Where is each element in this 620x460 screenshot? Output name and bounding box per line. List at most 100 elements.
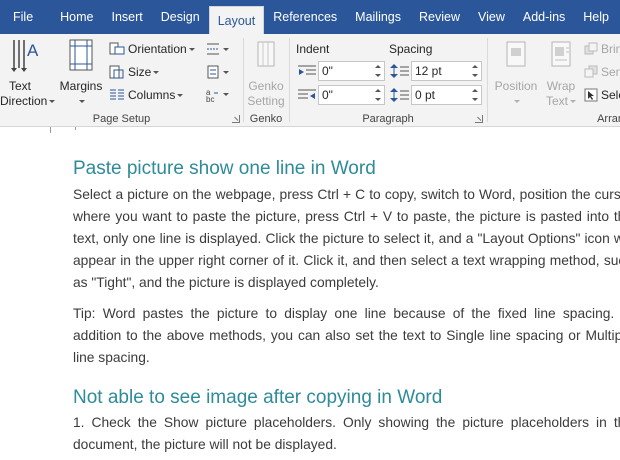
ribbon-tab-bar: File Home Insert Design Layout Reference… xyxy=(0,0,620,34)
tab-home[interactable]: Home xyxy=(51,0,102,34)
margins-button[interactable]: Margins xyxy=(58,36,104,109)
hyphenation-icon: a bc xyxy=(206,88,229,103)
bring-forward-button[interactable]: Brin xyxy=(584,40,620,58)
wrap-text-button[interactable]: Wrap Text xyxy=(542,36,580,109)
spinner-arrows-icon[interactable] xyxy=(472,88,479,102)
genko-group: Genko Setting Genko xyxy=(244,34,288,126)
heading-paste-picture: Paste picture show one line in Word xyxy=(73,158,376,179)
chevron-down-icon xyxy=(49,100,56,104)
orientation-button[interactable]: Orientation xyxy=(109,40,195,58)
paragraph-1: Select a picture on the webpage, press C… xyxy=(73,187,620,290)
svg-text:A: A xyxy=(27,41,38,60)
paragraph-dialog-launcher-icon[interactable] xyxy=(475,115,483,123)
tab-insert[interactable]: Insert xyxy=(103,0,152,34)
spinner-arrows-icon[interactable] xyxy=(375,88,382,102)
document-page[interactable]: Paste picture show one line in Word Sele… xyxy=(73,150,620,460)
size-button[interactable]: Size xyxy=(109,63,160,81)
text-direction-label-line2: Direction xyxy=(0,94,48,108)
heading-not-able-to-see: Not able to see image after copying in W… xyxy=(73,387,443,408)
tab-layout[interactable]: Layout xyxy=(208,6,265,34)
chevron-down-icon xyxy=(514,100,520,104)
horizontal-ruler xyxy=(0,127,620,137)
bring-forward-label: Brin xyxy=(601,42,620,56)
chevron-down-icon xyxy=(153,70,160,74)
chevron-down-icon xyxy=(79,100,85,104)
position-icon xyxy=(506,41,526,67)
arrange-group-label: Arran xyxy=(597,113,620,125)
genko-setting-label-line2: Setting xyxy=(247,94,285,108)
wrap-text-icon xyxy=(551,41,571,67)
line-numbers-button[interactable] xyxy=(205,63,232,81)
line-numbers-icon xyxy=(207,65,229,79)
indent-left-input[interactable]: 0" xyxy=(318,61,385,81)
selection-pane-button[interactable]: Sele xyxy=(584,86,620,104)
spacing-after-input[interactable]: 0 pt xyxy=(411,85,482,105)
indent-right-value: 0" xyxy=(322,88,333,102)
ruler-tick xyxy=(50,127,51,133)
tab-references[interactable]: References xyxy=(264,0,346,34)
indent-right-icon xyxy=(298,89,316,99)
size-label: Size xyxy=(128,65,152,79)
breaks-button[interactable] xyxy=(205,40,232,58)
page-setup-group: A Text Direction Margins Orientation Siz… xyxy=(0,34,243,126)
indent-left-icon xyxy=(298,65,316,75)
breaks-icon xyxy=(207,43,229,55)
columns-label: Columns xyxy=(128,88,176,102)
orientation-icon xyxy=(109,42,125,55)
selection-pane-label: Sele xyxy=(601,88,620,102)
position-button[interactable]: Position xyxy=(490,36,542,109)
chevron-down-icon xyxy=(177,93,184,97)
tab-view[interactable]: View xyxy=(469,0,514,34)
selection-pane-icon xyxy=(584,88,598,102)
bring-forward-icon xyxy=(584,42,598,55)
send-backward-icon xyxy=(584,65,598,78)
margins-icon xyxy=(69,39,93,71)
genko-group-label: Genko xyxy=(249,113,283,125)
arrange-group: Position Wrap Text Brin Sen xyxy=(488,34,620,126)
spacing-after-icon xyxy=(390,88,409,102)
tab-mailings[interactable]: Mailings xyxy=(346,0,410,34)
indent-left-value: 0" xyxy=(322,64,333,78)
columns-icon xyxy=(110,89,124,100)
ruler-tick xyxy=(75,127,76,130)
tab-file[interactable]: File xyxy=(0,0,51,34)
size-icon xyxy=(109,65,124,79)
paragraph-group-label: Paragraph xyxy=(362,113,414,125)
send-backward-label: Sen xyxy=(601,65,620,79)
wrap-text-label-line2: Text xyxy=(545,94,568,108)
spacing-before-value: 12 pt xyxy=(415,64,442,78)
indent-right-input[interactable]: 0" xyxy=(318,85,385,105)
columns-button[interactable]: Columns xyxy=(109,86,184,104)
spacing-before-icon xyxy=(390,64,409,78)
chevron-down-icon xyxy=(570,100,576,104)
tab-add-ins[interactable]: Add-ins xyxy=(514,0,574,34)
text-direction-icon: A xyxy=(11,40,39,72)
ribbon: A Text Direction Margins Orientation Siz… xyxy=(0,34,620,127)
tab-review[interactable]: Review xyxy=(410,0,469,34)
text-direction-button[interactable]: A Text Direction xyxy=(0,36,56,109)
send-backward-button[interactable]: Sen xyxy=(584,63,620,81)
spacing-label: Spacing xyxy=(389,42,433,56)
tab-design[interactable]: Design xyxy=(152,0,209,34)
orientation-label: Orientation xyxy=(128,42,187,56)
genko-setting-icon xyxy=(257,41,275,67)
genko-setting-button[interactable]: Genko Setting xyxy=(244,36,288,109)
paragraph-group: Indent Spacing 0" 0" 12 pt 0 pt Paragrap… xyxy=(290,34,486,126)
wrap-text-label-line1: Wrap xyxy=(546,79,576,93)
page-setup-dialog-launcher-icon[interactable] xyxy=(232,115,240,123)
genko-setting-label-line1: Genko xyxy=(248,79,284,93)
page-setup-group-label: Page Setup xyxy=(92,113,151,125)
indent-label: Indent xyxy=(296,42,330,56)
spinner-arrows-icon[interactable] xyxy=(472,64,479,78)
text-direction-label-line1: Text xyxy=(8,79,31,93)
spacing-before-input[interactable]: 12 pt xyxy=(411,61,482,81)
margins-label: Margins xyxy=(59,79,103,93)
tab-help[interactable]: Help xyxy=(574,0,618,34)
position-label: Position xyxy=(494,79,538,93)
hyphenation-button[interactable]: a bc xyxy=(205,86,232,104)
chevron-down-icon xyxy=(188,47,195,51)
paragraph-3: 1. Check the Show picture placeholders. … xyxy=(73,415,620,452)
spacing-after-value: 0 pt xyxy=(415,88,436,102)
spinner-arrows-icon[interactable] xyxy=(375,64,382,78)
paragraph-tip: Tip: Word pastes the picture to display … xyxy=(73,306,620,365)
